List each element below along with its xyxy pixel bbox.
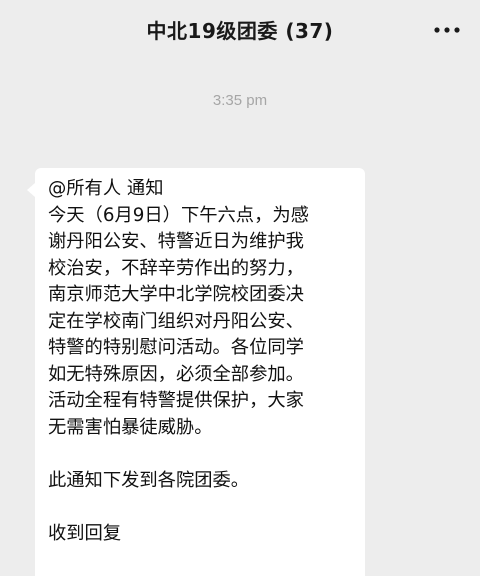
message-line: 谢丹阳公安、特警近日为维护我 (48, 231, 304, 252)
message-line: 无需害怕暴徒威胁。 (48, 416, 213, 438)
message-line: 定在学校南门组织对丹阳公安、 (48, 310, 304, 332)
message-bubble[interactable]: @所有人 通知 今天（6月9日）下午六点，为感 谢丹阳公安、特警近日为维护我 校… (35, 168, 365, 576)
chat-title: 中北19级团委 (37) (146, 19, 334, 43)
message-line: @所有人 通知 (48, 178, 164, 199)
bubble-tail (27, 183, 35, 197)
message-line: 活动全程有特警提供保护，大家 (48, 390, 304, 411)
message-line: 南京师范大学中北学院校团委决 (48, 284, 304, 305)
message-line: 收到回复 (48, 522, 122, 544)
more-options-button[interactable] (432, 18, 462, 42)
message-line: 特警的特别慰问活动。各位同学 (48, 337, 304, 358)
message-line: 此通知下发到各院团委。 (48, 469, 250, 491)
chat-screen: 中北19级团委 (37) 3:35 pm @所有人 通知 今天（6月9日）下午六… (0, 0, 480, 576)
message-line: 如无特殊原因，必须全部参加。 (48, 363, 304, 385)
message-line: 校治安，不辞辛劳作出的努力， (48, 257, 304, 279)
more-dots-icon (434, 27, 460, 33)
message-line: 今天（6月9日）下午六点，为感 (48, 204, 309, 226)
chat-header: 中北19级团委 (37) (0, 0, 480, 64)
message-timestamp: 3:35 pm (212, 92, 268, 109)
